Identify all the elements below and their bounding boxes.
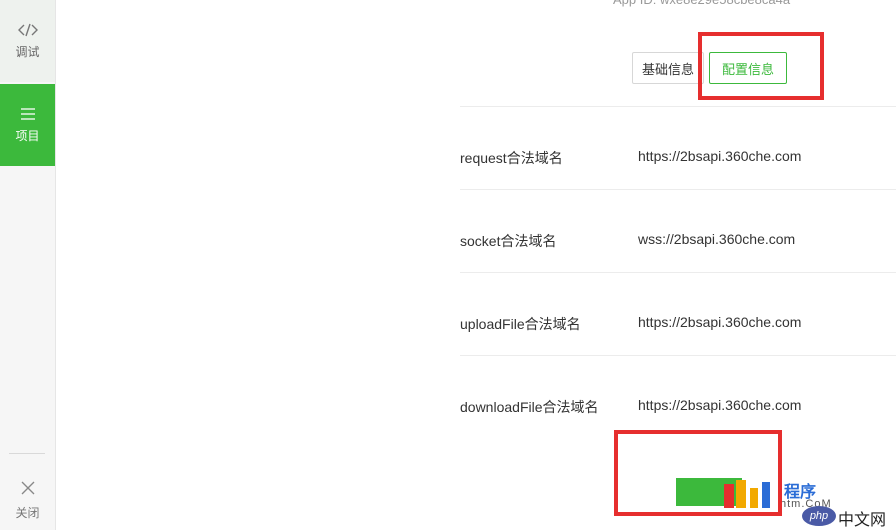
sidebar-item-project[interactable]: 项目 [0,84,55,166]
row-value: https://2bsapi.360che.com [638,314,802,330]
table-row: request合法域名 https://2bsapi.360che.com [460,136,896,176]
sidebar-item-debug[interactable]: 调试 [0,0,55,82]
row-label: downloadFile合法域名 [460,399,599,415]
table-row: socket合法域名 wss://2bsapi.360che.com [460,219,896,259]
app-id: App ID: wxe8e29e58cbe8ca4a [613,0,790,7]
row-divider [460,355,896,356]
highlight-box [614,430,782,516]
sidebar-item-debug-label: 调试 [15,44,40,59]
close-label: 关闭 [15,506,40,520]
close-icon [21,480,35,498]
row-value: https://2bsapi.360che.com [638,148,802,164]
row-divider [460,106,896,107]
close-button[interactable]: 关闭 [0,480,55,530]
sidebar: 调试 项目 关闭 [0,0,56,530]
sidebar-divider [9,453,45,454]
menu-icon [20,107,36,121]
code-icon [17,23,38,37]
table-row: downloadFile合法域名 https://2bsapi.360che.c… [460,385,896,425]
row-divider [460,272,896,273]
sidebar-item-project-label: 项目 [15,128,40,143]
watermark-text: 程序 [784,484,817,501]
row-value: wss://2bsapi.360che.com [638,231,796,247]
row-label: request合法域名 [460,150,563,166]
tab-basic-info[interactable]: 基础信息 [632,52,704,84]
watermark: 程序 htm.CoM php 中文网 [676,478,896,530]
watermark-green-block [676,478,742,506]
tab-config-info[interactable]: 配置信息 [709,52,787,84]
table-row: uploadFile合法域名 https://2bsapi.360che.com [460,302,896,342]
row-label: socket合法域名 [460,233,557,249]
row-label: uploadFile合法域名 [460,316,581,332]
row-divider [460,189,896,190]
watermark-cn: 中文网 [838,512,887,529]
row-value: https://2bsapi.360che.com [638,397,802,413]
php-logo-icon: php [802,506,836,526]
watermark-url: htm.CoM [780,498,832,510]
